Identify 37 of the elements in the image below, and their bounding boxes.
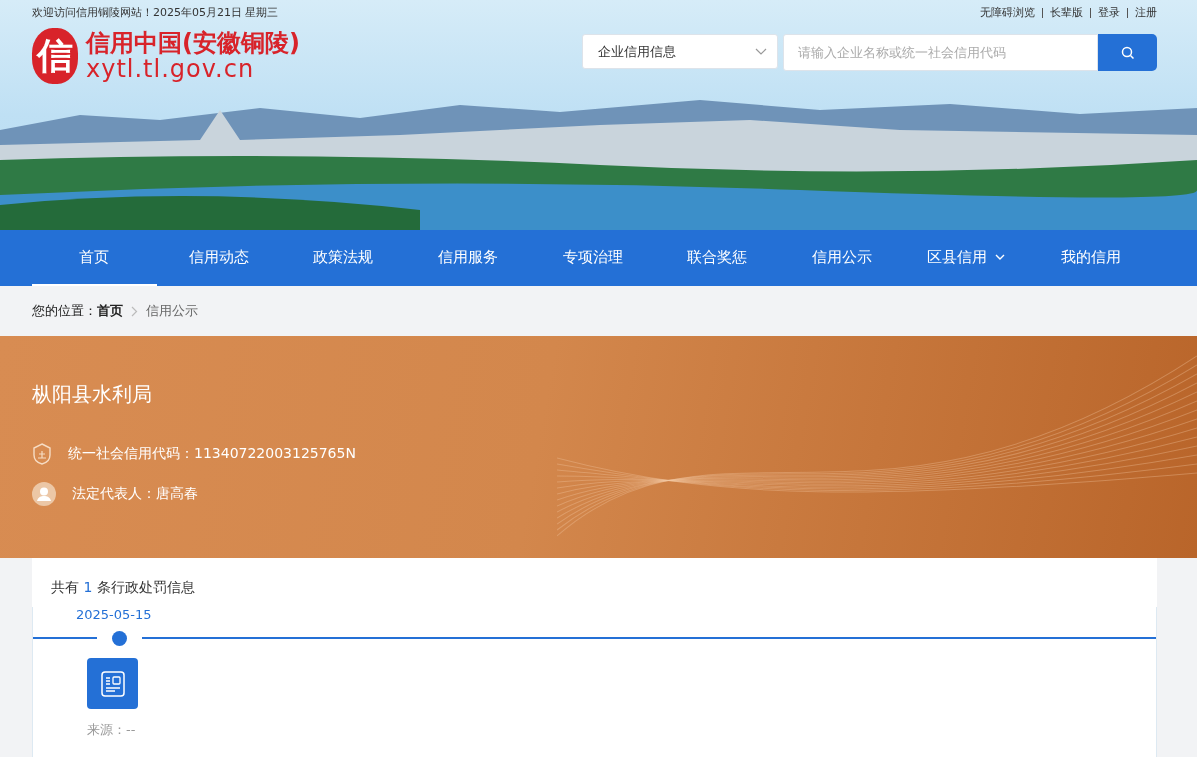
entity-name: 枞阳县水利局 [32,381,153,408]
header-link[interactable]: 登录 [1098,5,1120,20]
search-icon [1120,45,1135,60]
header-link[interactable]: 长辈版 [1050,5,1083,20]
nav-tab[interactable]: 信用服务 [405,230,531,286]
record-card-button[interactable] [87,658,138,709]
document-icon [100,670,125,697]
site-domain: xytl.tl.gov.cn [86,56,256,83]
header-link[interactable]: 注册 [1135,5,1157,20]
timeline-dot [112,630,127,646]
nav-tab[interactable]: 信用公示 [779,230,905,286]
category-dropdown[interactable]: 企业信用信息 [582,34,778,69]
nav-tab[interactable]: 专项治理 [530,230,655,286]
breadcrumb-link[interactable]: 信用公示 [146,302,198,320]
person-icon [32,482,56,506]
logo-mark: 信 [32,28,78,84]
record-count-text: 共有 1 条行政处罚信息 [50,578,196,597]
chevron-down-icon [995,253,1006,261]
nav-tab[interactable]: 首页 [32,230,157,286]
site-title: 信用中国(安徽铜陵) [86,29,300,56]
credit-code-text: 统一社会信用代码：11340722003125765N [68,445,356,463]
search-button[interactable] [1098,34,1157,71]
chevron-down-icon [755,47,767,56]
representative-text: 法定代表人：唐高春 [72,485,198,503]
breadcrumb-link[interactable]: 首页 [97,302,123,320]
nav-tab[interactable]: 区县信用 [904,230,1029,286]
shield-icon [32,443,52,465]
source-text: 来源：-- [87,721,137,739]
nav-tab[interactable]: 联合奖惩 [654,230,780,286]
nav-tab[interactable]: 信用动态 [156,230,282,286]
nav-tab[interactable]: 政策法规 [281,230,406,286]
chevron-right-icon [131,305,138,317]
breadcrumb-label: 您的位置： [32,302,97,320]
header-link[interactable]: 无障碍浏览 [980,5,1035,20]
timeline-date: 2025-05-15 [75,607,153,622]
welcome-text: 欢迎访问信用铜陵网站！2025年05月21日 星期三 [32,5,279,20]
nav-tab[interactable]: 我的信用 [1028,230,1154,286]
